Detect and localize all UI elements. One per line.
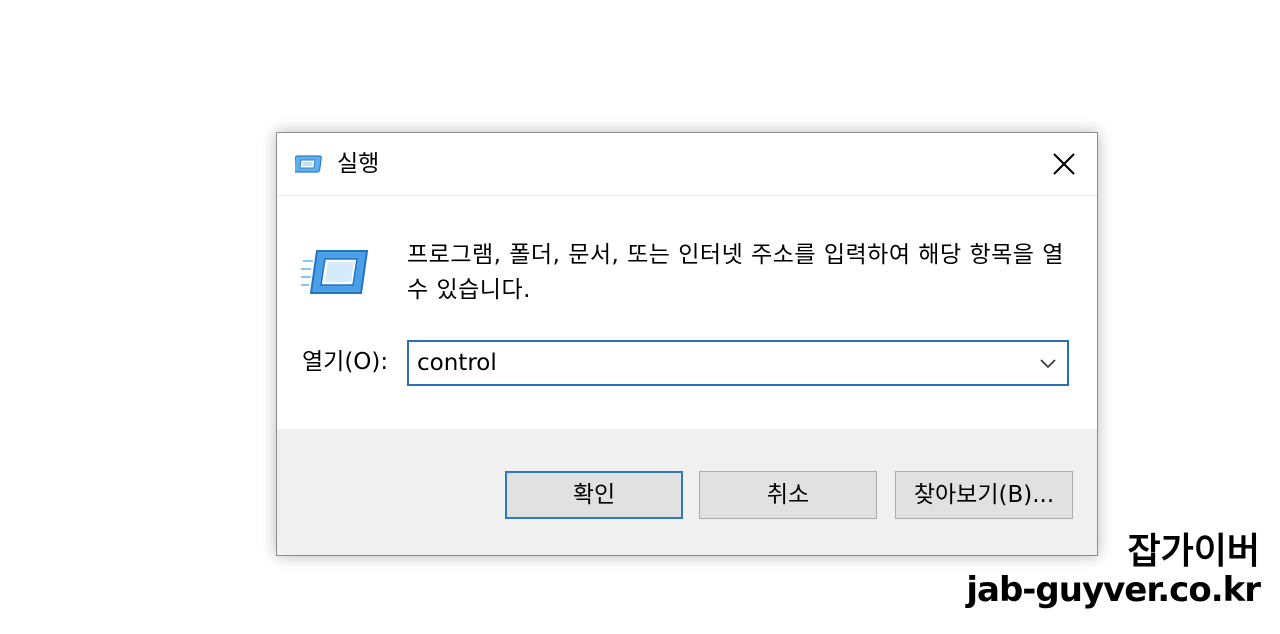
cancel-button[interactable]: 취소 — [699, 471, 877, 519]
browse-button[interactable]: 찾아보기(B)... — [895, 471, 1073, 519]
run-app-icon — [301, 250, 369, 294]
dialog-description: 프로그램, 폴더, 문서, 또는 인터넷 주소를 입력하여 해당 항목을 열 수… — [407, 242, 1064, 303]
chevron-down-icon[interactable] — [1037, 352, 1059, 374]
ok-button[interactable]: 확인 — [505, 471, 683, 519]
close-icon[interactable] — [1049, 149, 1079, 179]
watermark-name: 잡가이버 — [1127, 531, 1260, 572]
dialog-title: 실행 — [337, 151, 380, 177]
title-bar[interactable]: 실행 — [277, 133, 1097, 196]
watermark-url: jab-guyver.co.kr — [966, 570, 1261, 610]
run-app-icon — [295, 155, 322, 173]
open-label: 열기(O): — [302, 349, 389, 375]
open-input[interactable]: control — [417, 342, 497, 384]
open-combobox[interactable]: control — [407, 340, 1069, 386]
run-dialog: 실행 프로그램, 폴더, 문서, 또는 인터넷 주소를 입력하여 해당 항목을 … — [276, 132, 1098, 556]
